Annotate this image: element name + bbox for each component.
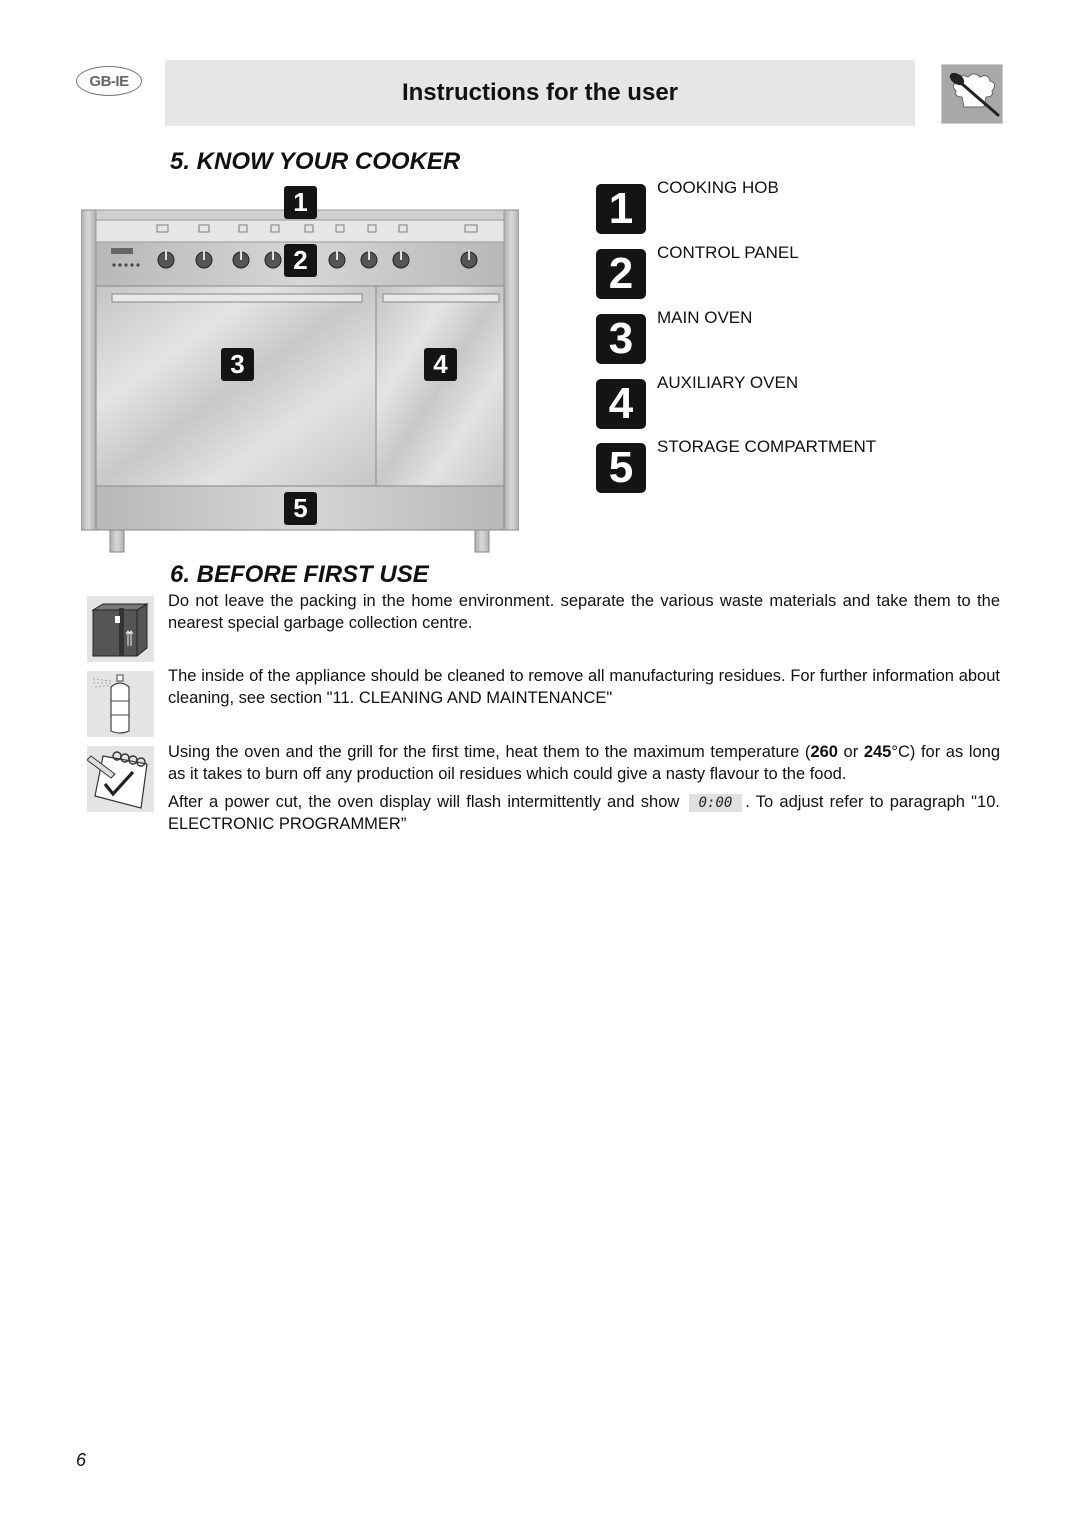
country-badge: GB-IE (76, 66, 142, 96)
legend-item-storage-compartment: 5 STORAGE COMPARTMENT (596, 437, 1016, 495)
legend-number: 4 (596, 379, 646, 429)
power-cut-text-a: After a power cut, the oven display will… (168, 793, 686, 811)
legend-item-cooking-hob: 1 COOKING HOB (596, 178, 1016, 236)
oven-display-readout: 0:00 (688, 794, 743, 812)
max-temp-2: 245 (863, 743, 892, 761)
packing-box-icon (87, 596, 154, 662)
callout-5: 5 (284, 492, 317, 525)
power-cut-paragraph: After a power cut, the oven display will… (168, 792, 1000, 835)
first-heat-text-b: or (837, 743, 864, 761)
chef-hat-spoon-icon (941, 64, 1003, 124)
legend-label: STORAGE COMPARTMENT (657, 437, 877, 456)
legend-number: 2 (596, 249, 646, 299)
legend-number: 1 (596, 184, 646, 234)
cooker-illustration: 1 2 3 4 5 (80, 186, 520, 553)
packing-paragraph: Do not leave the packing in the home env… (168, 592, 1000, 632)
spray-can-icon (87, 671, 154, 737)
callout-3: 3 (221, 348, 254, 381)
page-number: 6 (76, 1450, 87, 1470)
first-heat-paragraph: Using the oven and the grill for the fir… (168, 742, 1000, 785)
max-temp-1: 260 (810, 743, 838, 761)
legend-label: COOKING HOB (657, 178, 779, 197)
legend-label: MAIN OVEN (657, 308, 753, 327)
callout-4: 4 (424, 348, 457, 381)
legend-item-auxiliary-oven: 4 AUXILIARY OVEN (596, 373, 1016, 431)
first-heat-text-a: Using the oven and the grill for the fir… (168, 743, 811, 761)
section-title-know-your-cooker: 5. KNOW YOUR COOKER (170, 148, 461, 175)
callout-2: 2 (284, 244, 317, 277)
legend-number: 3 (596, 314, 646, 364)
header-bar: Instructions for the user (165, 60, 915, 126)
notepad-check-icon (86, 746, 154, 812)
legend-item-main-oven: 3 MAIN OVEN (596, 308, 1016, 366)
legend-item-control-panel: 2 CONTROL PANEL (596, 243, 1016, 301)
page-header-title: Instructions for the user (401, 79, 679, 106)
cleaning-paragraph: The inside of the appliance should be cl… (168, 667, 1000, 707)
legend-number: 5 (596, 443, 646, 493)
section-title-before-first-use: 6. BEFORE FIRST USE (170, 561, 429, 588)
legend-label: AUXILIARY OVEN (657, 373, 799, 392)
legend-label: CONTROL PANEL (657, 243, 799, 262)
callout-1: 1 (284, 186, 317, 219)
